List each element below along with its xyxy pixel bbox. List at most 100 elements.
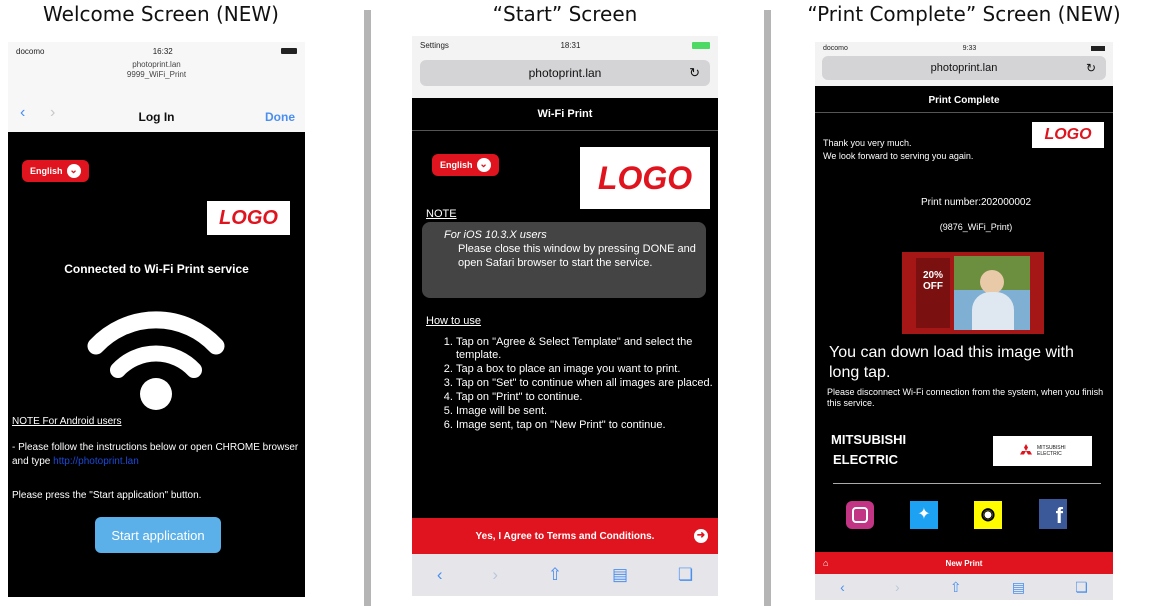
welcome-header: docomo 16:32 photoprint.lan 9999_WiFi_Pr… bbox=[8, 42, 305, 132]
welcome-nav-title: Log In bbox=[138, 110, 175, 124]
bookmarks-icon[interactable]: ▤ bbox=[612, 565, 628, 585]
android-note-link[interactable]: http://photoprint.lan bbox=[53, 456, 139, 467]
android-note-heading: NOTE For Android users bbox=[12, 416, 122, 427]
logo: LOGO bbox=[207, 201, 290, 235]
language-label: English bbox=[440, 160, 473, 170]
welcome-ssid: 9999_WiFi_Print bbox=[126, 70, 187, 79]
language-select[interactable]: English ⌄ bbox=[432, 154, 499, 176]
photo-body bbox=[972, 292, 1014, 330]
header-divider bbox=[815, 112, 1113, 113]
print-thumbnail[interactable]: 20% OFF bbox=[902, 252, 1044, 334]
battery-icon bbox=[1091, 45, 1105, 51]
url-bar[interactable]: photoprint.lan ↻ bbox=[822, 56, 1106, 80]
status-time: 16:32 bbox=[152, 46, 173, 56]
share-icon[interactable]: ⇧ bbox=[548, 565, 562, 585]
photo-image bbox=[954, 256, 1030, 330]
caption-print-complete: “Print Complete” Screen (NEW) bbox=[807, 2, 1121, 26]
divider-right bbox=[764, 10, 771, 606]
tabs-icon[interactable]: ❏ bbox=[678, 565, 693, 585]
facebook-icon[interactable]: f bbox=[1039, 499, 1067, 529]
look-forward-text: We look forward to serving you again. bbox=[823, 151, 974, 161]
complete-status-bar: docomo 9:33 bbox=[815, 42, 1113, 54]
battery-icon bbox=[692, 41, 710, 49]
status-time: 18:31 bbox=[560, 40, 581, 50]
reload-icon[interactable]: ↻ bbox=[689, 65, 700, 81]
tabs-icon[interactable]: ❏ bbox=[1075, 579, 1088, 596]
safari-toolbar: ‹ › ⇧ ▤ ❏ bbox=[815, 574, 1113, 600]
twitter-icon[interactable]: ✦ bbox=[910, 501, 938, 529]
start-browser-top: Settings 18:31 photoprint.lan ↻ bbox=[412, 36, 718, 98]
back-icon[interactable]: ‹ bbox=[437, 565, 443, 585]
welcome-phone: docomo 16:32 photoprint.lan 9999_WiFi_Pr… bbox=[8, 42, 305, 597]
brand-line1: MITSUBISHI bbox=[831, 432, 907, 447]
home-icon[interactable]: ⌂ bbox=[823, 558, 828, 568]
snapchat-icon[interactable]: ◉ bbox=[974, 501, 1002, 529]
brand-line2: ELECTRIC bbox=[833, 452, 898, 467]
complete-phone: docomo 9:33 photoprint.lan ↻ Print Compl… bbox=[815, 42, 1113, 600]
new-print-bar[interactable]: ⌂ New Print bbox=[815, 552, 1113, 574]
complete-header-title: Print Complete bbox=[928, 95, 1000, 106]
settings-back-label[interactable]: Settings bbox=[420, 41, 449, 50]
mitsubishi-logo: MITSUBISHI ELECTRIC bbox=[993, 436, 1092, 466]
agree-button-label: Yes, I Agree to Terms and Conditions. bbox=[475, 530, 655, 542]
agree-button[interactable]: Yes, I Agree to Terms and Conditions. ➜ bbox=[412, 518, 718, 554]
press-start-text: Please press the "Start application" but… bbox=[12, 490, 202, 501]
download-text: You can down load this image with long t… bbox=[829, 344, 1074, 381]
logo: LOGO bbox=[580, 147, 710, 209]
start-status-bar: Settings 18:31 bbox=[412, 36, 718, 54]
note-label: NOTE bbox=[426, 208, 457, 220]
step-item: Tap on "Agree & Select Template" and sel… bbox=[456, 336, 718, 362]
new-print-label: New Print bbox=[945, 558, 983, 568]
print-number: Print number:202000002 bbox=[920, 197, 1032, 208]
print-ssid: (9876_WiFi_Print) bbox=[939, 222, 1013, 232]
step-item: Tap a box to place an image you want to … bbox=[456, 363, 718, 376]
welcome-status-bar: docomo 16:32 bbox=[8, 42, 305, 60]
header-divider bbox=[412, 130, 718, 131]
back-icon[interactable]: ‹ bbox=[840, 579, 845, 595]
safari-toolbar: ‹ › ⇧ ▤ ❏ bbox=[412, 554, 718, 596]
start-header-title: Wi-Fi Print bbox=[537, 108, 593, 120]
ios-note-title: For iOS 10.3.X users bbox=[444, 229, 547, 241]
connected-text: Connected to Wi-Fi Print service bbox=[64, 262, 249, 276]
caption-start: “Start” Screen bbox=[492, 2, 638, 26]
bookmarks-icon[interactable]: ▤ bbox=[1012, 579, 1025, 596]
arrow-right-icon: ➜ bbox=[694, 529, 708, 543]
language-select[interactable]: English ⌄ bbox=[22, 160, 89, 182]
sale-panel: 20% OFF bbox=[916, 258, 950, 328]
url-text: photoprint.lan bbox=[528, 66, 602, 80]
done-button[interactable]: Done bbox=[265, 110, 295, 124]
disconnect-text: Please disconnect Wi-Fi connection from … bbox=[827, 387, 1104, 408]
ios-note-text: Please close this window by pressing DON… bbox=[458, 243, 696, 269]
how-to-steps: Tap on "Agree & Select Template" and sel… bbox=[434, 336, 718, 433]
carrier-label: docomo bbox=[823, 44, 848, 52]
forward-icon[interactable]: › bbox=[492, 565, 498, 585]
battery-icon bbox=[281, 48, 297, 54]
ios-note-box: For iOS 10.3.X users Please close this w… bbox=[422, 222, 706, 298]
step-item: Image sent, tap on "New Print" to contin… bbox=[456, 419, 718, 432]
url-text: photoprint.lan bbox=[930, 62, 998, 74]
forward-icon[interactable]: › bbox=[895, 579, 900, 595]
android-note-text: - Please follow the instructions below o… bbox=[12, 441, 300, 469]
complete-browser-top: docomo 9:33 photoprint.lan ↻ bbox=[815, 42, 1113, 86]
divider-left bbox=[364, 10, 371, 606]
start-phone: Settings 18:31 photoprint.lan ↻ Wi-Fi Pr… bbox=[412, 36, 718, 596]
instagram-icon[interactable] bbox=[846, 501, 874, 529]
start-application-button[interactable]: Start application bbox=[95, 517, 221, 553]
social-divider bbox=[833, 483, 1101, 484]
sale-text: 20% OFF bbox=[922, 270, 943, 292]
carrier-label: docomo bbox=[16, 46, 45, 56]
logo: LOGO bbox=[1032, 122, 1104, 148]
step-item: Image will be sent. bbox=[456, 405, 718, 418]
share-icon[interactable]: ⇧ bbox=[950, 579, 962, 596]
url-bar[interactable]: photoprint.lan ↻ bbox=[420, 60, 710, 86]
step-item: Tap on "Set" to continue when all images… bbox=[456, 377, 718, 390]
step-item: Tap on "Print" to continue. bbox=[456, 391, 718, 404]
reload-icon[interactable]: ↻ bbox=[1086, 61, 1096, 75]
caption-welcome: Welcome Screen (NEW) bbox=[43, 2, 279, 26]
photo-person bbox=[980, 270, 1004, 294]
chevron-down-icon: ⌄ bbox=[476, 158, 491, 172]
diamond-logo-icon bbox=[1020, 444, 1032, 455]
welcome-host: photoprint.lan bbox=[132, 60, 181, 69]
language-label: English bbox=[30, 166, 63, 176]
how-to-use-label: How to use bbox=[426, 315, 482, 327]
